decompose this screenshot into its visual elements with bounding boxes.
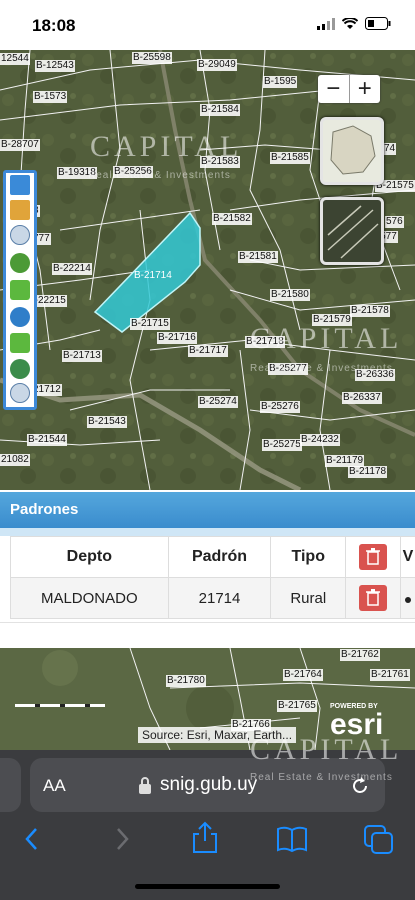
zoom-in-tool-icon[interactable] [10,383,30,403]
watermark-brand: CAPITAL [90,130,243,163]
status-icons [317,17,391,30]
previous-tab-peek[interactable] [0,758,21,812]
map-view[interactable]: 12544 B-12543 B-25598 B-29049 B-1595 B-1… [0,50,415,490]
parcel-label: B-21780 [166,675,206,687]
cell-view[interactable] [399,577,415,619]
parcel-label: B-22214 [52,263,92,275]
panel-header: Padrones [0,492,415,528]
watermark-brand: CAPITAL [250,322,403,355]
parcel-label: B-21715 [130,318,170,330]
bookmarks-icon[interactable] [275,824,309,854]
parcel-label: B-24232 [300,434,340,446]
forward-arrow-green-icon[interactable] [10,333,30,353]
url-text[interactable]: snig.gub.uy [160,774,257,796]
parcel-label: B-21714 [134,270,172,281]
parcel-label: B-1595 [263,76,298,88]
navigate-arrow-icon[interactable] [10,175,30,195]
parcel-label: B-21717 [188,345,228,357]
uruguay-map-icon [330,125,376,175]
parcel-label: B-21581 [238,251,278,263]
watermark-tagline: Real Estate & Investments [250,772,393,783]
globe-icon[interactable] [10,359,30,379]
reader-settings-button[interactable]: AA [43,776,66,796]
parcel-label: B-21762 [340,649,380,661]
panel-footer-divider [0,622,415,649]
zoom-controls: − + [318,75,380,103]
table-row[interactable]: MALDONADO 21714 Rural [10,577,415,619]
parcel-label: B-21578 [350,305,390,317]
parcel-label: B-21716 [157,332,197,344]
layer-green-icon[interactable] [10,253,30,273]
parcel-label: B-1573 [33,91,68,103]
panel-title: Padrones [10,501,79,518]
map-toolbar [3,170,37,410]
trash-icon [366,589,381,606]
parcel-label: 576 [385,216,404,228]
parcel-label: B-12543 [35,60,75,72]
parcel-label: B-25598 [132,52,172,64]
padrones-table: Depto Padrón Tipo V MALDONADO 21714 Rura… [10,536,415,619]
column-header-depto: Depto [10,536,169,578]
home-indicator[interactable] [135,884,280,889]
globe-search-icon[interactable] [10,307,30,327]
status-bar: 18:08 [0,0,415,50]
column-header-tipo: Tipo [270,536,347,578]
panel-strip [0,528,415,536]
basemap-thumbnail-satellite[interactable] [320,197,384,265]
forward-icon[interactable] [110,824,134,854]
parcel-label: B-21584 [200,104,240,116]
parcel-label: B-21585 [270,152,310,164]
column-header-padron: Padrón [167,536,272,578]
parcel-label: B-21713 [62,350,102,362]
share-icon[interactable] [190,820,220,854]
zoom-out-tool-icon[interactable] [10,225,30,245]
signal-icon [317,17,335,30]
back-arrow-green-icon[interactable] [10,280,30,300]
zoom-out-button[interactable]: − [318,75,350,103]
scale-bar [15,704,105,707]
watermark-tagline: Real Estate & Investments [250,363,393,374]
cell-depto: MALDONADO [10,577,169,619]
cell-delete [345,577,401,619]
parcel-label: B-21178 [348,466,388,478]
parcel-label: B-21764 [283,669,323,681]
status-time: 18:08 [32,16,76,35]
parcel-label: 12544 [0,53,30,65]
parcel-label: B-21544 [27,434,67,446]
parcel-label: B-28707 [0,139,40,151]
parcel-label: 74 [383,143,397,155]
column-header-v: V [399,536,415,578]
parcel-label: B-21543 [87,416,127,428]
basemap-thumbnail-uruguay[interactable] [320,117,384,185]
parcel-label: B-25274 [198,396,238,408]
parcel-label: B-25275 [262,439,302,451]
parcel-label: B-25276 [260,401,300,413]
parcel-label: B-21761 [370,669,410,681]
parcel-label: B-26337 [342,392,382,404]
trash-icon [366,548,381,565]
watermark-tagline: Real Estate & Investments [88,170,231,181]
watermark-brand: CAPITAL [250,733,403,766]
battery-icon [365,17,391,30]
column-header-delete [345,536,401,578]
back-icon[interactable] [20,824,44,854]
parcel-label: B-21765 [277,700,317,712]
cell-padron: 21714 [167,577,272,619]
parcel-label: B-29049 [197,59,237,71]
view-dot-icon [404,596,411,603]
delete-all-button[interactable] [359,544,388,570]
table-header-row: Depto Padrón Tipo V [10,536,415,578]
measure-pencil-icon[interactable] [10,200,30,220]
parcel-label: 21082 [0,454,30,466]
tabs-icon[interactable] [363,824,395,856]
parcel-label: B-21582 [212,213,252,225]
zoom-in-button[interactable]: + [350,75,381,103]
satellite-thumbnail-icon [327,205,379,259]
delete-row-button[interactable] [359,585,388,611]
wifi-icon [342,17,358,29]
parcel-label: B-21580 [270,289,310,301]
cell-tipo: Rural [270,577,347,619]
lock-icon [139,777,151,794]
